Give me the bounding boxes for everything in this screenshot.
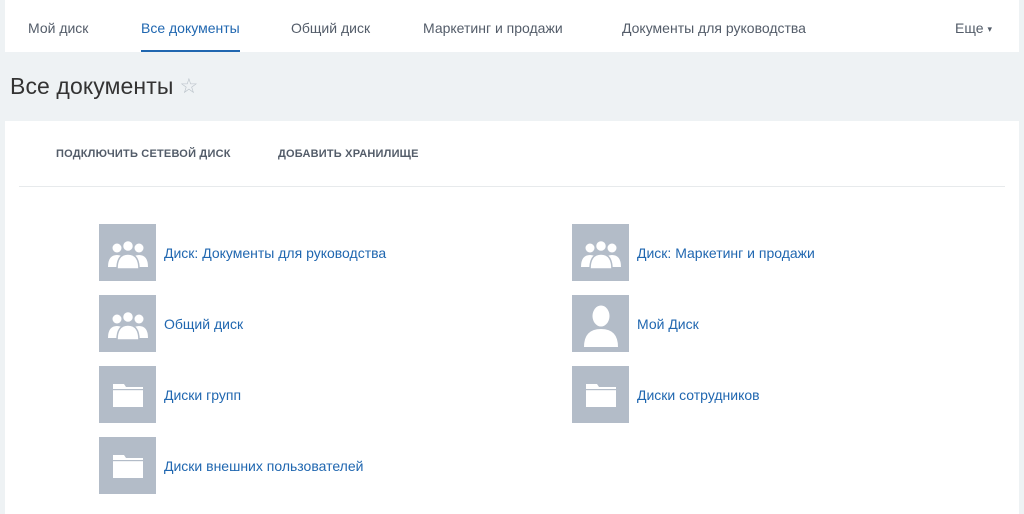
connect-network-drive-button[interactable]: ПОДКЛЮЧИТЬ СЕТЕВОЙ ДИСК: [56, 121, 231, 187]
folder-icon: [99, 366, 156, 423]
disk-item-marketing-sales[interactable]: Диск: Маркетинг и продажи: [572, 224, 815, 281]
disk-item-shared-disk[interactable]: Общий диск: [99, 295, 243, 352]
disk-item-group-disks[interactable]: Диски групп: [99, 366, 241, 423]
disk-item-employee-disks[interactable]: Диски сотрудников: [572, 366, 760, 423]
tab-shared-disk[interactable]: Общий диск: [291, 0, 370, 52]
disk-label[interactable]: Мой Диск: [637, 316, 699, 332]
user-icon: [572, 295, 629, 352]
divider: [19, 186, 1005, 187]
page-title: Все документы: [10, 72, 174, 99]
tab-all-documents[interactable]: Все документы: [141, 0, 240, 52]
group-icon: [572, 224, 629, 281]
add-storage-button[interactable]: ДОБАВИТЬ ХРАНИЛИЩЕ: [278, 121, 419, 187]
tab-management-documents[interactable]: Документы для руководства: [622, 0, 806, 52]
disk-label[interactable]: Диск: Документы для руководства: [164, 245, 386, 261]
disk-label[interactable]: Диски сотрудников: [637, 387, 760, 403]
disk-label[interactable]: Общий диск: [164, 316, 243, 332]
group-icon: [99, 295, 156, 352]
more-menu-button[interactable]: Еще ▾: [955, 0, 992, 52]
star-outline-icon[interactable]: ☆: [179, 74, 198, 99]
more-label: Еще: [955, 20, 984, 36]
disk-label[interactable]: Диски групп: [164, 387, 241, 403]
disk-item-my-disk[interactable]: Мой Диск: [572, 295, 699, 352]
main-panel: ПОДКЛЮЧИТЬ СЕТЕВОЙ ДИСК ДОБАВИТЬ ХРАНИЛИ…: [5, 121, 1019, 514]
group-icon: [99, 224, 156, 281]
tab-my-disk[interactable]: Мой диск: [28, 0, 88, 52]
tab-marketing-sales[interactable]: Маркетинг и продажи: [423, 0, 563, 52]
disk-item-external-users-disks[interactable]: Диски внешних пользователей: [99, 437, 363, 494]
disk-item-management-documents[interactable]: Диск: Документы для руководства: [99, 224, 386, 281]
folder-icon: [99, 437, 156, 494]
top-navigation: Мой диск Все документы Общий диск Маркет…: [5, 0, 1019, 52]
page-header: Все документы ☆: [10, 66, 198, 106]
disk-label[interactable]: Диски внешних пользователей: [164, 458, 363, 474]
folder-icon: [572, 366, 629, 423]
disk-label[interactable]: Диск: Маркетинг и продажи: [637, 245, 815, 261]
chevron-down-icon: ▾: [987, 24, 993, 34]
